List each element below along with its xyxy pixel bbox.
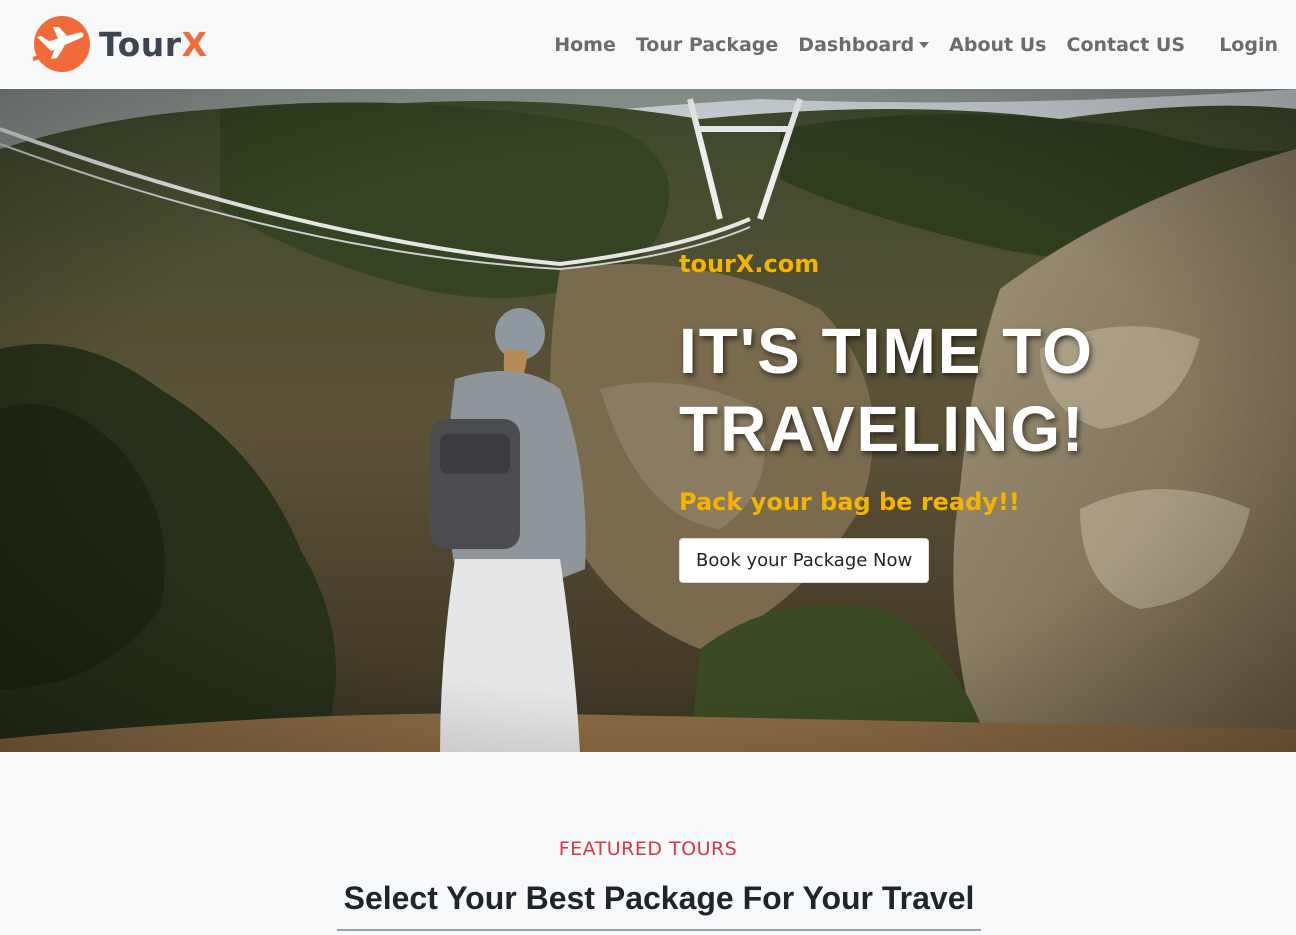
nav-home[interactable]: Home [554,34,616,56]
nav-about-us[interactable]: About Us [949,34,1046,56]
main-nav: Home Tour Package Dashboard About Us Con… [554,0,1185,89]
nav-dashboard-label: Dashboard [798,33,915,56]
book-package-button[interactable]: Book your Package Now [679,538,930,583]
hero-title-line2: TRAVELING! [679,393,1086,465]
brand-logo-link[interactable]: TourX [29,15,208,73]
hero-content: tourX.com IT'S TIME TO TRAVELING! Pack y… [679,252,1269,583]
hero-banner: tourX.com IT'S TIME TO TRAVELING! Pack y… [0,89,1296,752]
plane-logo-icon [32,16,90,72]
nav-tour-package[interactable]: Tour Package [636,34,778,56]
brand-name: TourX [99,24,208,64]
auth-nav: Login [1219,0,1278,89]
nav-dashboard-dropdown[interactable]: Dashboard [798,33,930,56]
featured-label: FEATURED TOURS [558,838,738,860]
hero-title: IT'S TIME TO TRAVELING! [679,312,1269,468]
nav-contact-us[interactable]: Contact US [1067,34,1186,56]
hero-title-line1: IT'S TIME TO [679,315,1094,387]
hero-tagline: tourX.com [679,250,820,278]
caret-down-icon [919,41,930,48]
top-navbar: TourX Home Tour Package Dashboard About … [0,0,1296,89]
nav-login[interactable]: Login [1219,34,1278,56]
hero-subtitle: Pack your bag be ready!! [679,488,1020,516]
featured-title: Select Your Best Package For Your Travel [337,880,981,931]
